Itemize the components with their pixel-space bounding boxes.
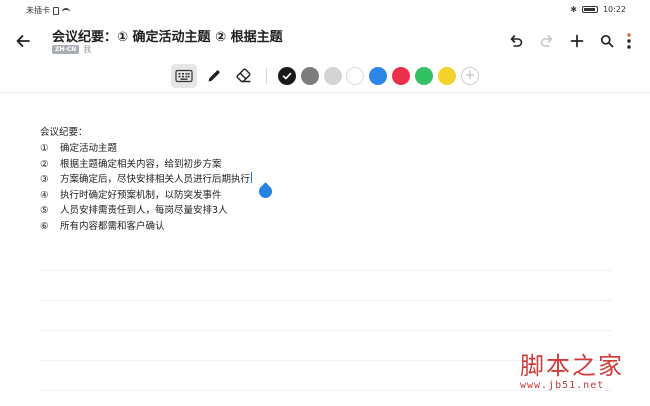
list-item: ③ 方案确定后，尽快安排相关人员进行后期执行 <box>40 172 253 188</box>
list-item-number: ⑤ <box>40 205 49 216</box>
color-swatch-blue[interactable] <box>369 67 387 85</box>
wifi-icon <box>62 7 70 14</box>
list-item: ④ 执行时确定好预案机制，以防突发事件 <box>40 188 252 204</box>
color-swatch-red[interactable] <box>392 67 410 85</box>
eraser-icon <box>236 68 251 83</box>
color-swatch-light-gray[interactable] <box>324 67 342 85</box>
back-arrow-icon <box>16 35 30 47</box>
language-badge: ZH-CN <box>52 45 80 54</box>
note-body[interactable]: 会议纪要： ① 确定活动主题 ② 根据主题确定相关内容，给到初步方案 ③ 方案确… <box>40 125 253 235</box>
note-title[interactable]: 会议纪要：① 确定活动主题 ② 根据主题 <box>52 26 283 45</box>
redo-button[interactable] <box>536 30 558 52</box>
list-item: ⑤ 人员安排需责任到人，每岗尽量安排3人 <box>40 203 252 219</box>
search-button[interactable] <box>596 30 618 52</box>
note-heading: 会议纪要： <box>40 127 88 138</box>
battery-icon <box>581 6 598 13</box>
eraser-tool[interactable] <box>231 64 257 88</box>
add-icon <box>570 34 584 48</box>
app-bar: 会议纪要：① 确定活动主题 ② 根据主题 ZH-CN 我 <box>0 20 650 64</box>
list-item: ① 确定活动主题 <box>40 141 252 157</box>
ruled-line <box>40 330 612 331</box>
more-icon <box>627 33 631 49</box>
list-item-number: ① <box>40 143 49 154</box>
back-button[interactable] <box>12 30 34 52</box>
ruled-line <box>40 300 612 301</box>
status-bar: 未插卡 ✱ 10:22 <box>0 0 650 20</box>
color-swatch-black[interactable] <box>278 67 296 85</box>
clock: 10:22 <box>602 5 626 14</box>
list-item-text: 所有内容都需和客户确认 <box>60 220 165 232</box>
list-item: ⑥ 所有内容都需和客户确认 <box>40 219 252 235</box>
pen-icon <box>208 70 220 82</box>
color-swatch-yellow[interactable] <box>438 67 456 85</box>
author-label: 我 <box>83 45 92 54</box>
watermark-url: www.jb51.net <box>520 380 605 391</box>
list-item-number: ② <box>40 158 49 170</box>
color-swatch-green[interactable] <box>415 67 433 85</box>
status-right: ✱ 10:22 <box>570 5 626 14</box>
list-item-number: ③ <box>40 174 49 185</box>
list-item-number: ④ <box>40 189 49 201</box>
color-swatch-white[interactable] <box>346 67 364 85</box>
undo-icon <box>510 35 523 47</box>
cursor-drag-handle[interactable] <box>256 182 275 201</box>
color-swatch-gray[interactable] <box>301 67 319 85</box>
watermark-title: 脚本之家 <box>520 352 624 380</box>
list-item: ② 根据主题确定相关内容，给到初步方案 <box>40 157 252 173</box>
input-toolbar: + <box>0 64 650 90</box>
carrier-text: 未插卡 <box>26 6 50 15</box>
list-item-number: ⑥ <box>40 220 49 232</box>
list-item-text: 执行时确定好预案机制，以防突发事件 <box>60 189 222 201</box>
note-meta: ZH-CN 我 <box>52 44 91 55</box>
list-item-text: 确定活动主题 <box>60 143 118 154</box>
redo-icon <box>540 35 553 47</box>
list-item-text: 方案确定后，尽快安排相关人员进行后期执行 <box>60 174 251 185</box>
status-left: 未插卡 <box>26 5 70 16</box>
add-button[interactable] <box>566 30 588 52</box>
text-cursor <box>251 172 253 183</box>
toolbar-separator <box>266 68 267 84</box>
ruled-line <box>40 270 612 271</box>
undo-button[interactable] <box>505 30 527 52</box>
add-color-button[interactable]: + <box>461 67 479 85</box>
pen-tool[interactable] <box>201 64 227 88</box>
keyboard-tool[interactable] <box>171 64 197 88</box>
more-button[interactable] <box>622 30 636 52</box>
watermark: 脚本之家 www.jb51.net <box>520 352 640 391</box>
toolbar-divider <box>0 92 650 93</box>
check-icon <box>282 72 292 80</box>
sim-icon <box>53 6 59 15</box>
keyboard-icon <box>175 69 193 83</box>
list-item-text: 人员安排需责任到人，每岗尽量安排3人 <box>60 205 228 216</box>
bluetooth-icon: ✱ <box>570 5 577 14</box>
list-item-text: 根据主题确定相关内容，给到初步方案 <box>60 158 222 170</box>
search-icon <box>600 34 614 48</box>
